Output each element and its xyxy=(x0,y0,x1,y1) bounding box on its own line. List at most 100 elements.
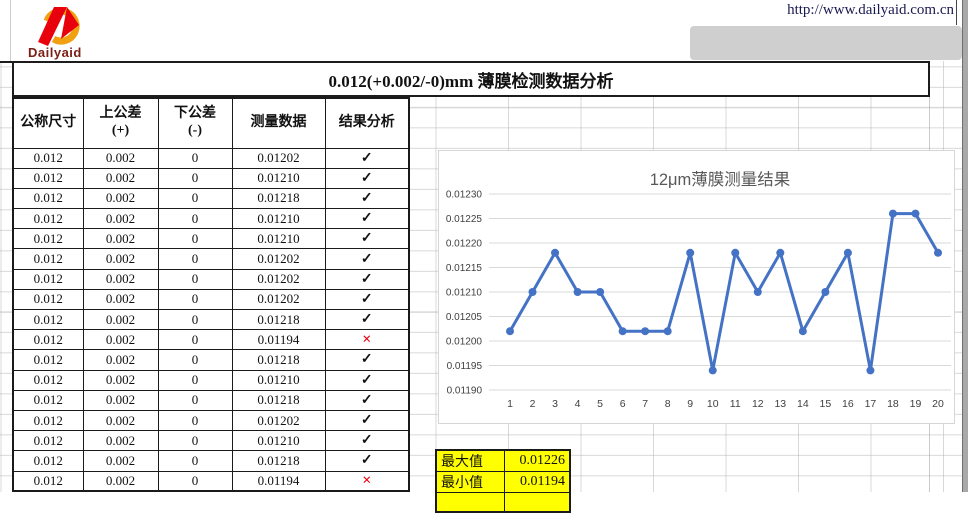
website-url[interactable]: http://www.dailyaid.com.cn xyxy=(787,2,954,19)
measured-value-cell[interactable]: 0.01210 xyxy=(232,431,325,451)
measured-value-cell[interactable]: 0.01202 xyxy=(232,410,325,430)
result-cell[interactable]: ✓ xyxy=(325,148,409,168)
header-lower-tolerance[interactable]: 下公差 (-) xyxy=(158,98,232,148)
result-cell[interactable]: ✓ xyxy=(325,209,409,229)
nominal-size-cell[interactable]: 0.012 xyxy=(13,168,83,188)
lower-tolerance-cell[interactable]: 0 xyxy=(158,249,232,269)
measured-value-cell[interactable]: 0.01202 xyxy=(232,269,325,289)
upper-tolerance-cell[interactable]: 0.002 xyxy=(83,168,158,188)
upper-tolerance-cell[interactable]: 0.002 xyxy=(83,350,158,370)
nominal-size-cell[interactable]: 0.012 xyxy=(13,148,83,168)
result-cell[interactable]: ✓ xyxy=(325,249,409,269)
nominal-size-cell[interactable]: 0.012 xyxy=(13,330,83,350)
nominal-size-cell[interactable]: 0.012 xyxy=(13,451,83,471)
upper-tolerance-cell[interactable]: 0.002 xyxy=(83,289,158,309)
data-point-marker[interactable] xyxy=(709,366,717,374)
upper-tolerance-cell[interactable]: 0.002 xyxy=(83,209,158,229)
measured-value-cell[interactable]: 0.01210 xyxy=(232,229,325,249)
lower-tolerance-cell[interactable]: 0 xyxy=(158,269,232,289)
upper-tolerance-cell[interactable]: 0.002 xyxy=(83,431,158,451)
data-point-marker[interactable] xyxy=(731,249,739,257)
data-point-marker[interactable] xyxy=(506,327,514,335)
summary-value-cell[interactable]: 0.01226 xyxy=(504,450,570,472)
result-cell[interactable]: ✓ xyxy=(325,229,409,249)
upper-tolerance-cell[interactable]: 0.002 xyxy=(83,249,158,269)
result-cell[interactable]: ✓ xyxy=(325,410,409,430)
result-cell[interactable]: × xyxy=(325,330,409,350)
upper-tolerance-cell[interactable]: 0.002 xyxy=(83,451,158,471)
measured-value-cell[interactable]: 0.01218 xyxy=(232,350,325,370)
result-cell[interactable]: ✓ xyxy=(325,269,409,289)
data-point-marker[interactable] xyxy=(866,366,874,374)
upper-tolerance-cell[interactable]: 0.002 xyxy=(83,229,158,249)
nominal-size-cell[interactable]: 0.012 xyxy=(13,289,83,309)
measured-value-cell[interactable]: 0.01218 xyxy=(232,390,325,410)
lower-tolerance-cell[interactable]: 0 xyxy=(158,431,232,451)
lower-tolerance-cell[interactable]: 0 xyxy=(158,410,232,430)
measured-value-cell[interactable]: 0.01218 xyxy=(232,451,325,471)
lower-tolerance-cell[interactable]: 0 xyxy=(158,289,232,309)
data-point-marker[interactable] xyxy=(529,288,537,296)
result-cell[interactable]: ✓ xyxy=(325,370,409,390)
upper-tolerance-cell[interactable]: 0.002 xyxy=(83,370,158,390)
measured-value-cell[interactable]: 0.01194 xyxy=(232,330,325,350)
upper-tolerance-cell[interactable]: 0.002 xyxy=(83,390,158,410)
data-point-marker[interactable] xyxy=(821,288,829,296)
nominal-size-cell[interactable]: 0.012 xyxy=(13,410,83,430)
upper-tolerance-cell[interactable]: 0.002 xyxy=(83,269,158,289)
summary-label-cell[interactable]: 最小值 xyxy=(436,472,504,493)
result-cell[interactable]: ✓ xyxy=(325,431,409,451)
measured-value-cell[interactable]: 0.01202 xyxy=(232,249,325,269)
summary-value-cell[interactable]: 0.01194 xyxy=(504,472,570,493)
upper-tolerance-cell[interactable]: 0.002 xyxy=(83,330,158,350)
header-measured-data[interactable]: 测量数据 xyxy=(232,98,325,148)
result-cell[interactable]: × xyxy=(325,471,409,491)
nominal-size-cell[interactable]: 0.012 xyxy=(13,209,83,229)
nominal-size-cell[interactable]: 0.012 xyxy=(13,431,83,451)
measured-value-cell[interactable]: 0.01210 xyxy=(232,209,325,229)
data-point-marker[interactable] xyxy=(776,249,784,257)
data-point-marker[interactable] xyxy=(911,210,919,218)
upper-tolerance-cell[interactable]: 0.002 xyxy=(83,188,158,208)
measured-value-cell[interactable]: 0.01202 xyxy=(232,148,325,168)
upper-tolerance-cell[interactable]: 0.002 xyxy=(83,148,158,168)
result-cell[interactable]: ✓ xyxy=(325,390,409,410)
measured-value-cell[interactable]: 0.01218 xyxy=(232,310,325,330)
lower-tolerance-cell[interactable]: 0 xyxy=(158,471,232,491)
data-point-marker[interactable] xyxy=(844,249,852,257)
nominal-size-cell[interactable]: 0.012 xyxy=(13,188,83,208)
nominal-size-cell[interactable]: 0.012 xyxy=(13,471,83,491)
lower-tolerance-cell[interactable]: 0 xyxy=(158,310,232,330)
nominal-size-cell[interactable]: 0.012 xyxy=(13,269,83,289)
measured-value-cell[interactable]: 0.01218 xyxy=(232,188,325,208)
data-point-marker[interactable] xyxy=(574,288,582,296)
line-chart[interactable]: 0.011900.011950.012000.012050.012100.012… xyxy=(438,150,955,424)
lower-tolerance-cell[interactable]: 0 xyxy=(158,168,232,188)
data-point-marker[interactable] xyxy=(934,249,942,257)
data-point-marker[interactable] xyxy=(619,327,627,335)
result-cell[interactable]: ✓ xyxy=(325,188,409,208)
result-cell[interactable]: ✓ xyxy=(325,310,409,330)
header-result-analysis[interactable]: 结果分析 xyxy=(325,98,409,148)
lower-tolerance-cell[interactable]: 0 xyxy=(158,188,232,208)
lower-tolerance-cell[interactable]: 0 xyxy=(158,390,232,410)
data-point-marker[interactable] xyxy=(686,249,694,257)
nominal-size-cell[interactable]: 0.012 xyxy=(13,249,83,269)
upper-tolerance-cell[interactable]: 0.002 xyxy=(83,310,158,330)
header-nominal-size[interactable]: 公称尺寸 xyxy=(13,98,83,148)
lower-tolerance-cell[interactable]: 0 xyxy=(158,350,232,370)
measured-value-cell[interactable]: 0.01210 xyxy=(232,370,325,390)
lower-tolerance-cell[interactable]: 0 xyxy=(158,229,232,249)
lower-tolerance-cell[interactable]: 0 xyxy=(158,330,232,350)
upper-tolerance-cell[interactable]: 0.002 xyxy=(83,471,158,491)
result-cell[interactable]: ✓ xyxy=(325,350,409,370)
upper-tolerance-cell[interactable]: 0.002 xyxy=(83,410,158,430)
lower-tolerance-cell[interactable]: 0 xyxy=(158,451,232,471)
result-cell[interactable]: ✓ xyxy=(325,168,409,188)
result-cell[interactable]: ✓ xyxy=(325,289,409,309)
data-point-marker[interactable] xyxy=(551,249,559,257)
data-point-marker[interactable] xyxy=(596,288,604,296)
result-cell[interactable]: ✓ xyxy=(325,451,409,471)
measured-value-cell[interactable]: 0.01194 xyxy=(232,471,325,491)
data-point-marker[interactable] xyxy=(799,327,807,335)
